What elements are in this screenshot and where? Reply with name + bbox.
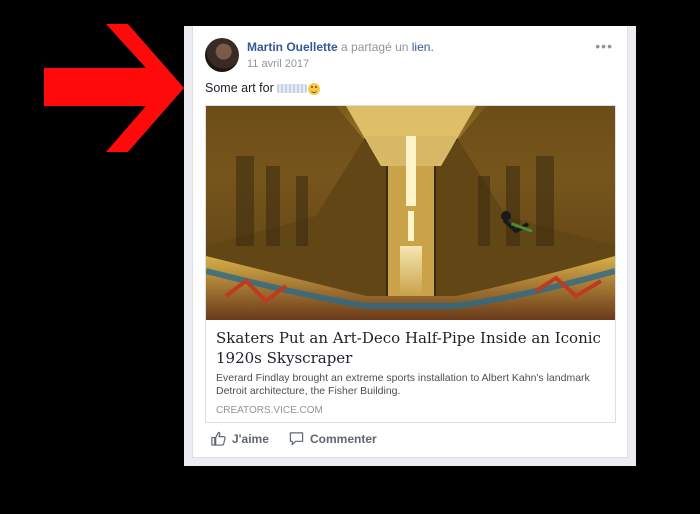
message-text: Some art for [205, 81, 274, 95]
post-date[interactable]: 11 avril 2017 [247, 58, 309, 70]
smiley-emoji-icon [308, 82, 321, 95]
share-description: Everard Findlay brought an extreme sport… [216, 372, 590, 397]
post-message: Some art for [205, 81, 321, 95]
like-button[interactable]: J'aime [211, 431, 269, 446]
thumbs-up-icon [211, 431, 226, 446]
action-text: a partagé un [341, 40, 409, 54]
redacted-name [277, 84, 308, 94]
more-options-icon[interactable]: ••• [595, 38, 613, 54]
comment-bubble-icon [289, 432, 304, 446]
share-domain: CREATORS.VICE.COM [216, 405, 323, 416]
like-label: J'aime [232, 431, 269, 446]
share-image[interactable] [206, 106, 615, 320]
feed-card: Martin Ouellette a partagé un lien. 11 a… [184, 26, 636, 466]
comment-label: Commenter [310, 431, 377, 446]
red-arrow-icon [44, 24, 184, 152]
avatar[interactable] [205, 38, 239, 72]
shared-link-word[interactable]: lien. [412, 40, 434, 54]
post-header: Martin Ouellette a partagé un lien. [247, 40, 434, 54]
author-name[interactable]: Martin Ouellette [247, 40, 338, 54]
share-title[interactable]: Skaters Put an Art-Deco Half-Pipe Inside… [216, 328, 606, 368]
comment-button[interactable]: Commenter [289, 431, 377, 446]
facebook-post: Martin Ouellette a partagé un lien. 11 a… [192, 26, 628, 458]
link-share-card[interactable]: Skaters Put an Art-Deco Half-Pipe Inside… [205, 105, 616, 423]
